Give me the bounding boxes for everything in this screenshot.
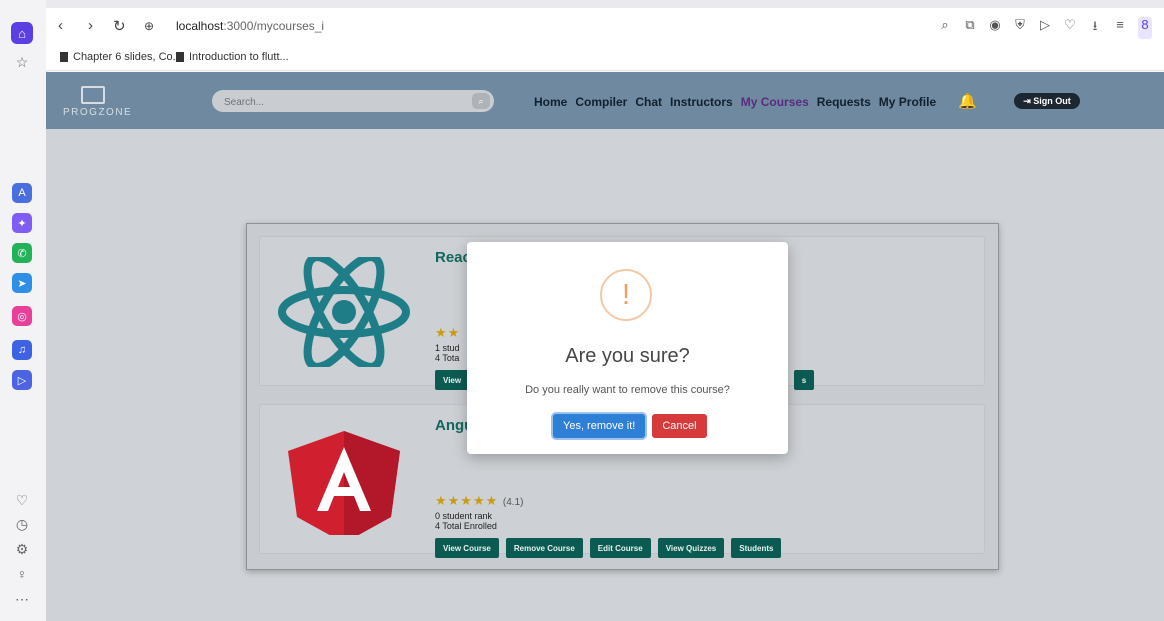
students-button[interactable]: s	[794, 370, 814, 390]
rating-stars: ★★★★★	[435, 493, 499, 508]
dialog-message: Do you really want to remove this course…	[525, 384, 730, 396]
url-path: :3000/mycourses_i	[223, 19, 325, 33]
bookmarks-bar: Chapter 6 slides, Co... Introduction to …	[46, 44, 1164, 71]
main-nav: Home Compiler Chat Instructors My Course…	[534, 95, 936, 109]
dialog-actions: Yes, remove it! Cancel	[553, 414, 707, 438]
forward-icon[interactable]: ›	[88, 17, 93, 34]
heart-icon[interactable]: ♡	[14, 492, 30, 508]
home-icon[interactable]: ⌂	[11, 22, 33, 44]
confirm-remove-button[interactable]: Yes, remove it!	[553, 414, 646, 438]
bookmark-item[interactable]: Introduction to flutt...	[176, 51, 289, 63]
dialog-title: Are you sure?	[565, 345, 690, 367]
menu-icon[interactable]: ≡	[1113, 17, 1127, 39]
course-rating: ★★★★★ (4.1)	[435, 493, 523, 509]
more-icon[interactable]: ⋯	[14, 591, 30, 607]
view-quizzes-button[interactable]: View Quizzes	[657, 538, 725, 558]
telegram-icon[interactable]: ➤	[12, 273, 32, 293]
url-host: localhost	[176, 19, 224, 33]
nav-requests[interactable]: Requests	[817, 95, 871, 109]
play-icon[interactable]: ▷	[1038, 17, 1052, 39]
student-rank: 0 student rank	[435, 511, 493, 521]
settings-icon[interactable]: ⚙	[14, 541, 30, 557]
nav-chat[interactable]: Chat	[635, 95, 662, 109]
nav-compiler[interactable]: Compiler	[575, 95, 627, 109]
share-icon[interactable]: ⧉	[963, 17, 977, 39]
document-icon	[60, 52, 68, 62]
document-icon	[176, 52, 184, 62]
sign-out-label: Sign Out	[1033, 96, 1071, 106]
app-navbar: PROGZONE ⌕ Home Compiler Chat Instructor…	[46, 72, 1164, 129]
react-logo	[278, 257, 410, 367]
account-icon[interactable]: 8	[1138, 17, 1152, 39]
lightbulb-icon[interactable]: ♀	[14, 566, 30, 582]
total-enrolled: 4 Total Enrolled	[435, 521, 497, 531]
music-icon[interactable]: ♫	[12, 340, 32, 360]
nav-my-profile[interactable]: My Profile	[879, 95, 936, 109]
nav-instructors[interactable]: Instructors	[670, 95, 733, 109]
nav-home[interactable]: Home	[534, 95, 567, 109]
bell-icon[interactable]: 🔔	[958, 92, 977, 110]
bookmark-label: Chapter 6 slides, Co...	[73, 51, 182, 63]
total-enrolled: 4 Tota	[435, 353, 460, 363]
download-icon[interactable]: ⭳	[1088, 17, 1102, 39]
confirm-dialog: ! Are you sure? Do you really want to re…	[467, 242, 788, 454]
warning-icon: !	[600, 269, 652, 321]
sign-out-button[interactable]: ⇥ Sign Out	[1014, 93, 1080, 109]
angular-logo	[288, 431, 400, 535]
bookmark-item[interactable]: Chapter 6 slides, Co...	[60, 51, 182, 63]
site-info-icon[interactable]: ⊕	[144, 19, 154, 33]
heart-icon[interactable]: ♡	[1063, 17, 1077, 39]
search-icon[interactable]: ⌕	[472, 93, 490, 109]
edit-course-button[interactable]: Edit Course	[589, 538, 651, 558]
sign-out-icon: ⇥	[1023, 95, 1034, 106]
search-icon[interactable]: ⌕	[938, 17, 952, 39]
back-icon[interactable]: ‹	[58, 17, 63, 34]
aria-icon[interactable]: A	[12, 183, 32, 203]
bookmark-label: Introduction to flutt...	[189, 51, 289, 63]
url-field[interactable]: localhost:3000/mycourses_i	[176, 19, 324, 33]
tab-strip	[46, 0, 1164, 8]
address-bar: ‹ › ↻ ⊕ localhost:3000/mycourses_i ⌕ ⧉ ◉…	[46, 8, 1164, 45]
messenger-icon[interactable]: ✦	[12, 213, 32, 233]
rating-count: (4.1)	[502, 497, 524, 508]
whatsapp-icon[interactable]: ✆	[12, 243, 32, 263]
cancel-button[interactable]: Cancel	[652, 414, 707, 438]
shield-icon[interactable]: ⛨	[1013, 17, 1027, 39]
brand-name: PROGZONE	[63, 107, 133, 118]
browser-tools: ⌕ ⧉ ◉ ⛨ ▷ ♡ ⭳ ≡ 8	[938, 17, 1152, 39]
course-rating: ★★	[435, 325, 461, 340]
player-icon[interactable]: ▷	[12, 370, 32, 390]
course-actions: View	[435, 370, 470, 390]
remove-course-button[interactable]: Remove Course	[505, 538, 583, 558]
star-icon[interactable]: ☆	[14, 54, 30, 70]
search-box: ⌕	[212, 90, 494, 112]
view-course-button[interactable]: View	[435, 370, 470, 390]
search-input[interactable]	[222, 93, 456, 111]
view-course-button[interactable]: View Course	[435, 538, 499, 558]
student-rank: 1 stud	[435, 343, 460, 353]
instagram-icon[interactable]: ◎	[12, 306, 32, 326]
reload-icon[interactable]: ↻	[113, 17, 126, 35]
course-title[interactable]: Reac	[435, 249, 471, 266]
progzone-logo[interactable]: PROGZONE	[63, 86, 133, 118]
browser-sidebar: ⌂ ☆ A ✦ ✆ ➤ ◎ ♫ ▷ ♡ ◷ ⚙ ♀ ⋯	[0, 0, 47, 621]
camera-icon[interactable]: ◉	[988, 17, 1002, 39]
course-actions: View Course Remove Course Edit Course Vi…	[435, 538, 782, 558]
students-button[interactable]: Students	[731, 538, 782, 558]
laptop-icon	[81, 86, 105, 104]
nav-my-courses[interactable]: My Courses	[741, 95, 809, 109]
history-icon[interactable]: ◷	[14, 516, 30, 532]
